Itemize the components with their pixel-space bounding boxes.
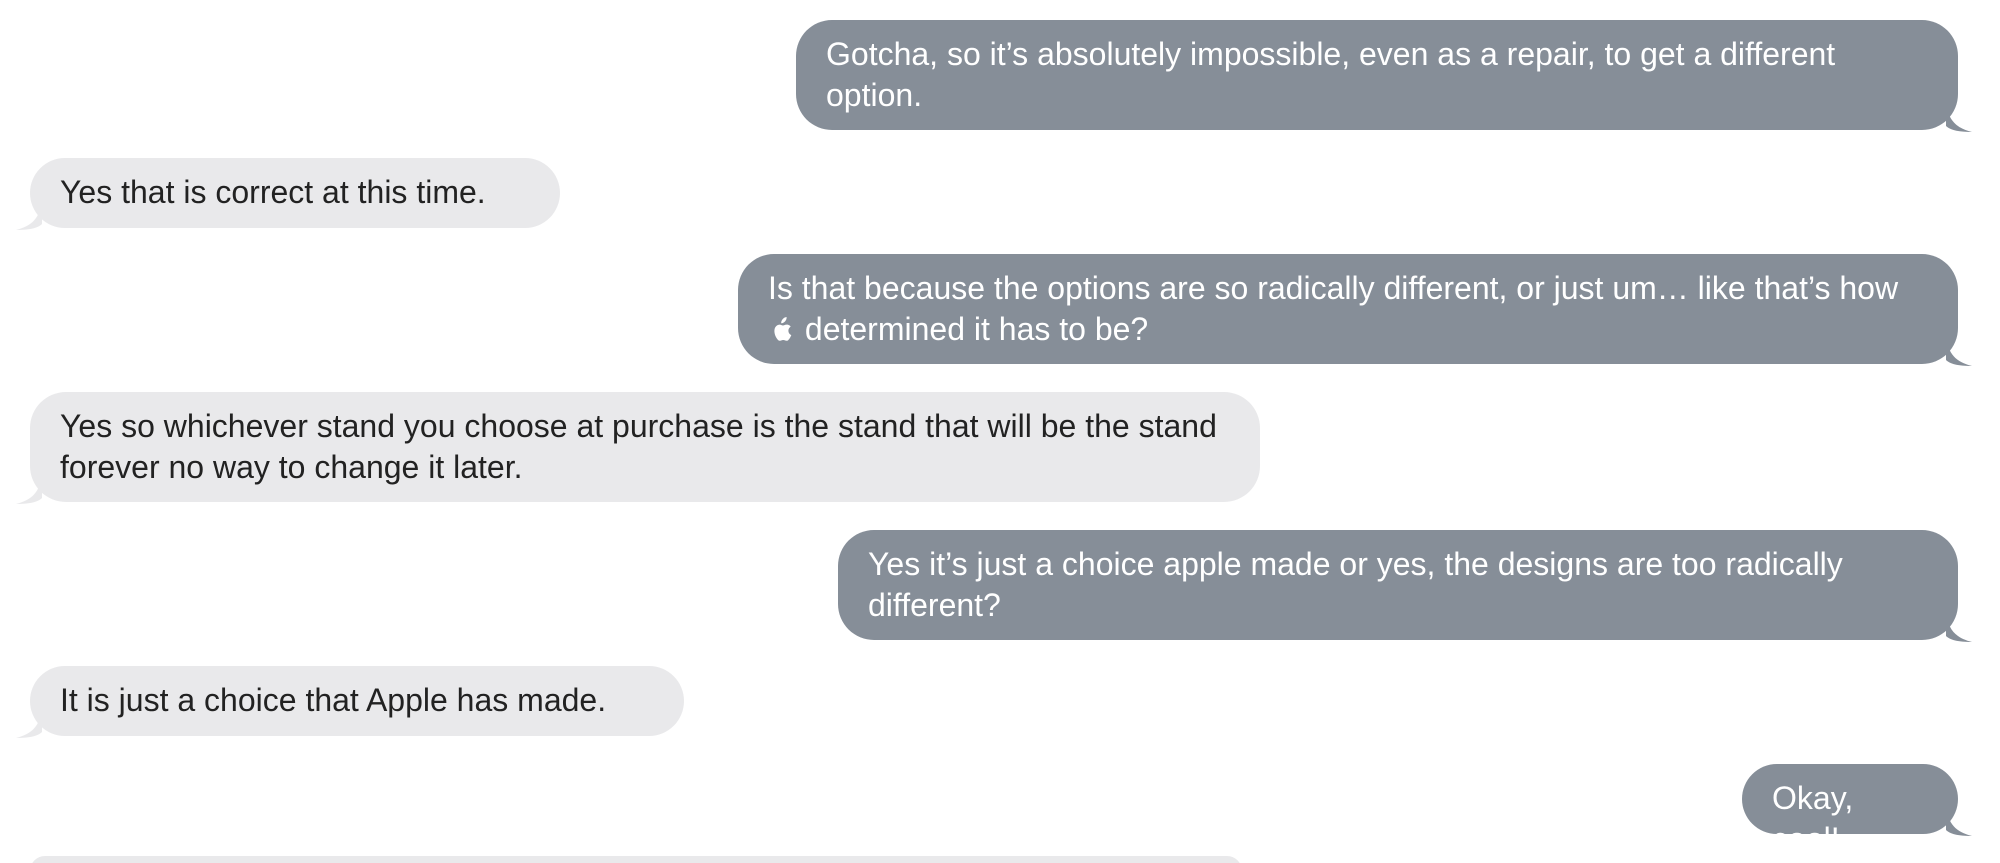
message-text: Yes that is correct at this time. <box>60 174 486 210</box>
message-text: Okay, cool! <box>1772 780 1854 857</box>
received-message-bubble[interactable]: Yes so whichever stand you choose at pur… <box>16 392 1260 504</box>
bubble-tail <box>1946 612 1972 642</box>
message-text: Yes it’s just a choice apple made or yes… <box>868 546 1843 623</box>
bubble-tail <box>1946 102 1972 132</box>
apple-logo-icon <box>774 317 792 341</box>
bubble-tail <box>1946 806 1972 836</box>
sent-message-bubble[interactable]: Gotcha, so it’s absolutely impossible, e… <box>796 20 1972 132</box>
message-text: Yes so whichever stand you choose at pur… <box>60 408 1217 485</box>
bubble-tail <box>16 200 42 230</box>
sent-message-bubble[interactable]: Yes it’s just a choice apple made or yes… <box>838 530 1972 642</box>
received-message-bubble-partial <box>30 856 1242 863</box>
bubble-tail <box>16 474 42 504</box>
message-text: Is that because the options are so radic… <box>768 270 1899 306</box>
bubble-tail <box>1946 336 1972 366</box>
received-message-bubble[interactable]: It is just a choice that Apple has made. <box>16 666 684 738</box>
sent-message-bubble[interactable]: Is that because the options are so radic… <box>738 254 1972 366</box>
message-text: determined it has to be? <box>804 311 1149 347</box>
message-text: It is just a choice that Apple has made. <box>60 682 607 718</box>
received-message-bubble[interactable]: Yes that is correct at this time. <box>16 158 560 230</box>
bubble-tail <box>16 708 42 738</box>
message-thread: Gotcha, so it’s absolutely impossible, e… <box>0 0 2000 863</box>
sent-message-bubble[interactable]: Okay, cool! <box>1742 764 1972 857</box>
message-text: Gotcha, so it’s absolutely impossible, e… <box>826 36 1836 113</box>
